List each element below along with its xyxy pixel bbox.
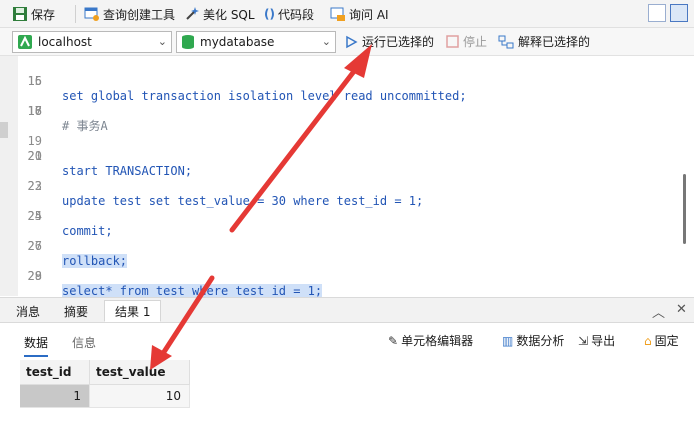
export-label: 导出 <box>591 334 616 348</box>
code-line: 20 start TRANSACTION; <box>0 134 694 178</box>
code-line: 21 <box>0 149 694 164</box>
chevron-down-icon: ⌄ <box>321 35 331 48</box>
line-number: 18 <box>27 104 42 118</box>
server-icon <box>18 35 32 49</box>
layout-split-horizontal-icon[interactable] <box>670 4 688 22</box>
ask-ai-button[interactable]: 询问 AI <box>326 2 393 26</box>
server-select[interactable]: localhost ⌄ <box>12 31 172 53</box>
beautify-sql-label: 美化 SQL <box>203 7 255 22</box>
subtab-info[interactable]: 信息 <box>72 334 96 351</box>
code-line: 24 commit; <box>0 194 694 238</box>
explain-selected-button[interactable]: 解释已选择的 <box>498 33 590 50</box>
pencil-icon: ✎ <box>388 333 399 348</box>
query-builder-icon <box>84 7 99 21</box>
save-button[interactable]: 保存 <box>8 2 59 26</box>
close-icon[interactable]: ✕ <box>676 302 687 317</box>
column-header[interactable]: test_id <box>20 360 90 385</box>
line-number: 25 <box>27 209 42 223</box>
export-icon: ⇲ <box>578 333 589 348</box>
tab-messages-label: 消息 <box>16 304 41 319</box>
server-value: localhost <box>38 35 92 49</box>
database-select[interactable]: mydatabase ⌄ <box>176 31 336 53</box>
code-line: 17 # 事务A <box>0 89 694 133</box>
layout-toggles <box>648 4 688 22</box>
tab-messages[interactable]: 消息 <box>6 300 50 322</box>
result-toolbar: 数据 信息 ✎ 单元格编辑器 ▥ 数据分析 ⇲ 导出 ⌂ 固定 <box>0 324 694 358</box>
stop-icon <box>446 35 459 48</box>
ai-icon <box>330 7 345 21</box>
database-value: mydatabase <box>200 35 275 49</box>
pin-icon: ⌂ <box>644 333 652 348</box>
chart-icon: ▥ <box>502 333 514 348</box>
code-line: 23 <box>0 179 694 194</box>
editor-scrollbar[interactable] <box>683 174 686 244</box>
column-header[interactable]: test_value <box>90 360 190 385</box>
export-button[interactable]: ⇲ 导出 <box>578 332 615 349</box>
sql-editor[interactable]: 15 set global transaction isolation leve… <box>0 56 694 298</box>
code-line: 16 <box>0 74 694 89</box>
layout-split-vertical-icon[interactable] <box>648 4 666 22</box>
code-line: 28 select* from test where test_id = 1; <box>0 254 694 298</box>
chevron-up-icon[interactable]: ︿ <box>652 302 665 321</box>
code-line: 25 <box>0 209 694 224</box>
code-line: 26 rollback; <box>0 224 694 268</box>
code-snippet-button[interactable]: () 代码段 <box>260 2 318 26</box>
line-number: 21 <box>27 149 42 163</box>
separator <box>75 5 76 23</box>
data-analysis-button[interactable]: ▥ 数据分析 <box>502 332 564 349</box>
save-icon <box>13 7 27 21</box>
chevron-down-icon: ⌄ <box>157 35 167 48</box>
code-line: 29 <box>0 269 694 284</box>
explain-selected-label: 解释已选择的 <box>518 35 591 49</box>
subtab-data[interactable]: 数据 <box>24 334 49 357</box>
selected-code-text: select* from test where test_id = 1; <box>62 284 323 298</box>
tab-result-1[interactable]: 结果 1 <box>104 300 162 322</box>
connection-bar: localhost ⌄ mydatabase ⌄ 运行已选择的 停止 解释已选择… <box>0 28 694 56</box>
tab-summary-label: 摘要 <box>64 304 89 319</box>
tab-summary[interactable]: 摘要 <box>54 300 98 322</box>
code-line: 22 update test set test_value = 30 where… <box>0 164 694 208</box>
pin-button[interactable]: ⌂ 固定 <box>644 332 679 349</box>
braces-icon: () <box>264 7 275 21</box>
table-cell[interactable]: 1 <box>20 385 90 408</box>
code-line: 19 <box>0 119 694 148</box>
magic-wand-icon <box>186 7 199 20</box>
data-analysis-label: 数据分析 <box>516 334 565 348</box>
line-number: 16 <box>27 74 42 88</box>
table-cell[interactable]: 10 <box>90 385 190 408</box>
query-builder-button[interactable]: 查询创建工具 <box>80 2 179 26</box>
database-icon <box>182 35 194 49</box>
code-line: 18 <box>0 104 694 119</box>
cell-editor-label: 单元格编辑器 <box>401 334 474 348</box>
result-tabs: 消息 摘要 结果 1 ︿ ✕ <box>0 297 694 323</box>
query-builder-label: 查询创建工具 <box>103 7 176 22</box>
ask-ai-label: 询问 AI <box>349 7 389 22</box>
tab-result-1-label: 结果 1 <box>115 304 151 319</box>
explain-icon <box>498 35 514 48</box>
line-number: 27 <box>27 239 42 253</box>
line-number: 29 <box>27 269 42 283</box>
beautify-sql-button[interactable]: 美化 SQL <box>180 2 259 26</box>
play-icon <box>346 35 358 48</box>
code-line: 15 set global transaction isolation leve… <box>0 59 694 103</box>
code-line: 27 <box>0 239 694 254</box>
stop-label: 停止 <box>463 35 488 49</box>
stop-button[interactable]: 停止 <box>446 33 487 50</box>
main-toolbar: 保存 查询创建工具 美化 SQL () 代码段 询问 AI <box>0 0 694 28</box>
save-label: 保存 <box>31 7 56 22</box>
line-number: 23 <box>27 179 42 193</box>
pin-label: 固定 <box>654 334 679 348</box>
run-selected-label: 运行已选择的 <box>362 35 435 49</box>
cell-editor-button[interactable]: ✎ 单元格编辑器 <box>388 332 473 349</box>
code-snippet-label: 代码段 <box>277 7 314 22</box>
run-selected-button[interactable]: 运行已选择的 <box>344 33 434 50</box>
